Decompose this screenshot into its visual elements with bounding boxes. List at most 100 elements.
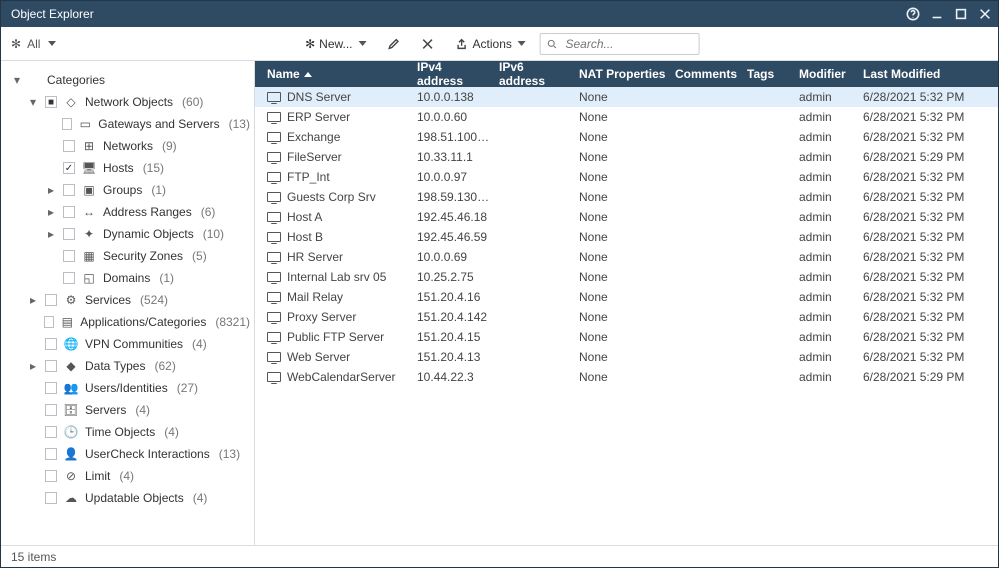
tree-checkbox[interactable] — [45, 338, 57, 350]
table-row[interactable]: HR Server10.0.0.69Noneadmin6/28/2021 5:3… — [255, 247, 998, 267]
tree-item[interactable]: 👥Users/Identities(27) — [5, 377, 250, 399]
tree-checkbox[interactable] — [45, 360, 57, 372]
disclosure-icon[interactable]: ▾ — [11, 73, 23, 87]
disclosure-icon[interactable]: ▸ — [27, 359, 39, 373]
tree-item[interactable]: ▸✦Dynamic Objects(10) — [5, 223, 250, 245]
tree-checkbox[interactable] — [63, 140, 75, 152]
tree-checkbox[interactable] — [45, 448, 57, 460]
tree-checkbox[interactable] — [63, 250, 75, 262]
maximize-icon[interactable] — [954, 7, 968, 21]
tree-checkbox[interactable] — [45, 492, 57, 504]
tree-checkbox[interactable]: ✓ — [63, 162, 75, 174]
cell-nat: None — [575, 170, 671, 184]
tree-checkbox[interactable] — [45, 294, 57, 306]
tree-item[interactable]: ▸↔Address Ranges(6) — [5, 201, 250, 223]
col-header-tags[interactable]: Tags — [743, 61, 795, 87]
tree-checkbox[interactable] — [62, 118, 73, 130]
tree-item[interactable]: ▤Applications/Categories(8321) — [5, 311, 250, 333]
edit-button[interactable] — [381, 33, 407, 55]
host-icon — [267, 132, 281, 142]
tree-item[interactable]: ▭Gateways and Servers(13) — [5, 113, 250, 135]
tree-checkbox[interactable] — [45, 404, 57, 416]
col-header-nat[interactable]: NAT Properties — [575, 61, 671, 87]
star-icon: ✻ — [305, 37, 315, 51]
table-row[interactable]: Internal Lab srv 0510.25.2.75Noneadmin6/… — [255, 267, 998, 287]
tree-item[interactable]: ⊞Networks(9) — [5, 135, 250, 157]
col-header-ipv4[interactable]: IPv4 address — [413, 61, 495, 87]
tree-checkbox[interactable] — [63, 272, 75, 284]
cell-nat: None — [575, 130, 671, 144]
tree-label: Groups — [103, 183, 142, 197]
tree-count: (13) — [219, 447, 240, 461]
search-input[interactable] — [563, 36, 692, 52]
table-row[interactable]: FileServer10.33.11.1Noneadmin6/28/2021 5… — [255, 147, 998, 167]
tree-label: Applications/Categories — [80, 315, 206, 329]
table-row[interactable]: ERP Server10.0.0.60Noneadmin6/28/2021 5:… — [255, 107, 998, 127]
col-header-modifier[interactable]: Modifier — [795, 61, 859, 87]
host-icon — [267, 92, 281, 102]
tree-count: (1) — [151, 183, 166, 197]
tree-checkbox[interactable]: ■ — [45, 96, 57, 108]
table-row[interactable]: WebCalendarServer10.44.22.3Noneadmin6/28… — [255, 367, 998, 387]
tree-checkbox[interactable] — [45, 426, 57, 438]
table-row[interactable]: Guests Corp Srv198.59.130.11Noneadmin6/2… — [255, 187, 998, 207]
tree-item[interactable]: ▸⚙Services(524) — [5, 289, 250, 311]
cell-last-modified: 6/28/2021 5:32 PM — [859, 130, 998, 144]
table-row[interactable]: Host A192.45.46.18Noneadmin6/28/2021 5:3… — [255, 207, 998, 227]
table-row[interactable]: DNS Server10.0.0.138Noneadmin6/28/2021 5… — [255, 87, 998, 107]
tree-checkbox[interactable] — [45, 382, 57, 394]
filter-dropdown[interactable]: ✻ All — [11, 37, 56, 51]
disclosure-icon[interactable]: ▸ — [27, 293, 39, 307]
tree-item[interactable]: 👤UserCheck Interactions(13) — [5, 443, 250, 465]
disclosure-icon[interactable]: ▸ — [45, 183, 57, 197]
disclosure-icon[interactable]: ▸ — [45, 227, 57, 241]
tree-item[interactable]: ▾■◇Network Objects(60) — [5, 91, 250, 113]
col-header-name[interactable]: Name — [263, 61, 413, 87]
tree-item[interactable]: ▾Categories — [5, 69, 250, 91]
tree-checkbox[interactable] — [63, 228, 75, 240]
table-row[interactable]: Public FTP Server151.20.4.15Noneadmin6/2… — [255, 327, 998, 347]
tree-item[interactable]: 🕒Time Objects(4) — [5, 421, 250, 443]
table-row[interactable]: FTP_Int10.0.0.97Noneadmin6/28/2021 5:32 … — [255, 167, 998, 187]
sort-asc-icon — [304, 72, 312, 77]
tree-item[interactable]: ◱Domains(1) — [5, 267, 250, 289]
actions-dropdown[interactable]: Actions — [449, 33, 532, 55]
tree-item[interactable]: ▦Security Zones(5) — [5, 245, 250, 267]
tree-label: VPN Communities — [85, 337, 183, 351]
range-icon: ↔ — [81, 205, 97, 219]
tree-checkbox[interactable] — [45, 470, 57, 482]
disclosure-icon[interactable]: ▸ — [45, 205, 57, 219]
new-button[interactable]: ✻ New... — [299, 33, 372, 55]
tree-item[interactable]: 🌐VPN Communities(4) — [5, 333, 250, 355]
tree-item[interactable]: ▸◆Data Types(62) — [5, 355, 250, 377]
col-header-ipv6[interactable]: IPv6 address — [495, 61, 575, 87]
tree-item[interactable]: 🗄Servers(4) — [5, 399, 250, 421]
tree-checkbox[interactable] — [44, 316, 55, 328]
tree-item[interactable]: ⊘Limit(4) — [5, 465, 250, 487]
table-row[interactable]: Proxy Server151.20.4.142Noneadmin6/28/20… — [255, 307, 998, 327]
tree-item[interactable]: ☁Updatable Objects(4) — [5, 487, 250, 509]
minimize-icon[interactable] — [930, 7, 944, 21]
help-icon[interactable] — [906, 7, 920, 21]
cell-name: ERP Server — [263, 110, 413, 124]
tree-item[interactable]: ▸▣Groups(1) — [5, 179, 250, 201]
tree-checkbox[interactable] — [63, 184, 75, 196]
delete-button[interactable] — [415, 33, 441, 55]
apps-icon: ▤ — [60, 315, 74, 329]
table-row[interactable]: Mail Relay151.20.4.16Noneadmin6/28/2021 … — [255, 287, 998, 307]
col-header-comments[interactable]: Comments — [671, 61, 743, 87]
table-row[interactable]: Exchange198.51.100.11Noneadmin6/28/2021 … — [255, 127, 998, 147]
col-header-last-modified[interactable]: Last Modified — [859, 61, 998, 87]
search-box[interactable] — [540, 33, 700, 55]
tree-count: (4) — [119, 469, 134, 483]
disclosure-icon[interactable]: ▾ — [27, 95, 39, 109]
tree-item[interactable]: ✓🖥Hosts(15) — [5, 157, 250, 179]
usercheck-icon: 👤 — [63, 447, 79, 461]
table-row[interactable]: Web Server151.20.4.13Noneadmin6/28/2021 … — [255, 347, 998, 367]
cell-last-modified: 6/28/2021 5:32 PM — [859, 190, 998, 204]
tree-checkbox[interactable] — [63, 206, 75, 218]
host-icon — [267, 152, 281, 162]
table-row[interactable]: Host B192.45.46.59Noneadmin6/28/2021 5:3… — [255, 227, 998, 247]
services-icon: ⚙ — [63, 293, 79, 307]
close-icon[interactable] — [978, 7, 992, 21]
